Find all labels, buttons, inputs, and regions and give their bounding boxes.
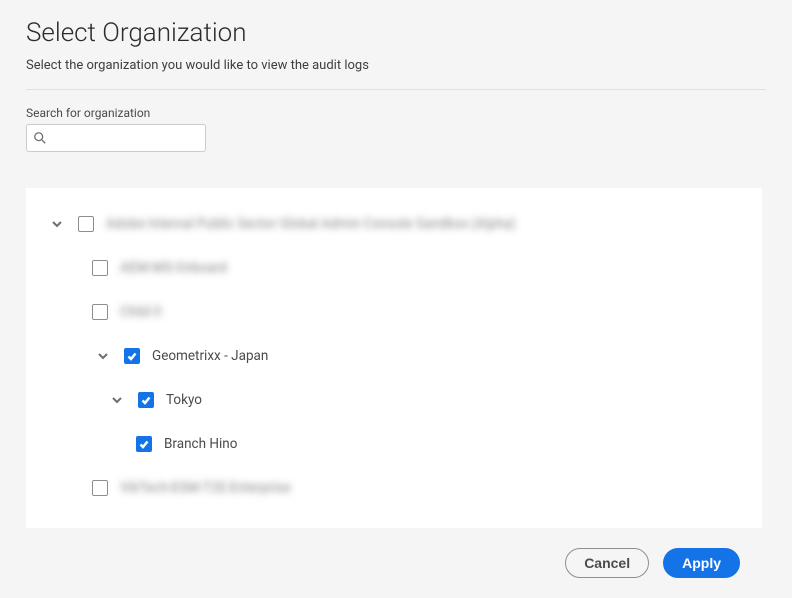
org-label: Geometrixx - Japan: [152, 348, 268, 364]
org-checkbox[interactable]: [92, 480, 108, 496]
org-row[interactable]: Geometrixx - Japan: [36, 334, 752, 378]
org-label: Branch Hino: [164, 436, 237, 452]
org-checkbox[interactable]: [78, 216, 94, 232]
dialog-title: Select Organization: [26, 18, 766, 48]
dialog-footer: Cancel Apply: [26, 532, 766, 598]
org-row[interactable]: Child 0: [36, 290, 752, 334]
org-checkbox[interactable]: [124, 348, 140, 364]
org-row[interactable]: AEM-MS-Onboard: [36, 246, 752, 290]
org-row[interactable]: Branch Hino: [36, 422, 752, 466]
cancel-button[interactable]: Cancel: [565, 548, 649, 578]
org-checkbox[interactable]: [92, 260, 108, 276]
org-label: Tokyo: [166, 392, 202, 408]
select-organization-dialog: Select Organization Select the organizat…: [0, 0, 792, 598]
org-checkbox[interactable]: [136, 436, 152, 452]
org-checkbox[interactable]: [138, 392, 154, 408]
org-row[interactable]: Adobe Internal Public Sector Global Admi…: [36, 202, 752, 246]
apply-button[interactable]: Apply: [663, 548, 740, 578]
divider: [26, 89, 766, 90]
org-label: AEM-MS-Onboard: [120, 260, 227, 276]
dialog-subtitle: Select the organization you would like t…: [26, 58, 766, 73]
search-icon: [33, 131, 47, 145]
org-checkbox[interactable]: [92, 304, 108, 320]
search-input[interactable]: [47, 130, 227, 147]
org-row[interactable]: VikTech-ESM-T2E-Enterprise: [36, 466, 752, 510]
org-label: Child 0: [120, 304, 161, 320]
chevron-down-icon[interactable]: [106, 389, 128, 411]
org-row[interactable]: Tokyo: [36, 378, 752, 422]
search-input-wrapper[interactable]: [26, 124, 206, 152]
org-label: VikTech-ESM-T2E-Enterprise: [120, 480, 291, 496]
org-label: Adobe Internal Public Sector Global Admi…: [106, 216, 515, 232]
organization-tree: Adobe Internal Public Sector Global Admi…: [26, 188, 762, 528]
chevron-down-icon[interactable]: [92, 345, 114, 367]
scroll-area[interactable]: Search for organization Adobe Internal P…: [26, 106, 766, 532]
chevron-down-icon[interactable]: [46, 213, 68, 235]
search-label: Search for organization: [26, 106, 762, 120]
